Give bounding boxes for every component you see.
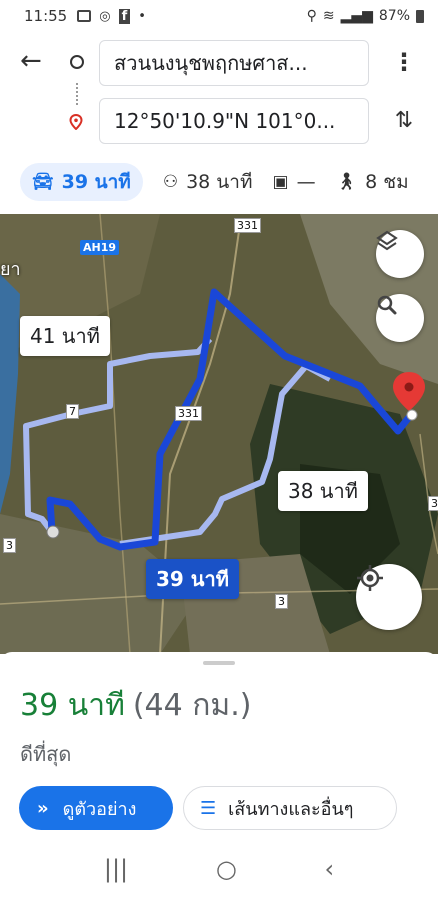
road-label-7: 7 [66, 404, 79, 419]
mode-motorcycle-label: 38 นาที [186, 171, 253, 193]
mode-motorcycle[interactable]: ⚇ 38 นาที [163, 163, 253, 201]
mode-walk[interactable]: 🚶︎ 8 ชม [336, 163, 409, 201]
status-bar: 11:55 ◎ f • ⚲ ≋ ▂▄▆ 87% [0, 0, 438, 32]
road-label-3-right: 3 [428, 496, 438, 511]
route-alt-bubble-41[interactable]: 41 นาที [20, 316, 110, 356]
status-time: 11:55 [24, 7, 68, 25]
back-icon[interactable]: ‹ [325, 855, 335, 883]
route-dots-icon [76, 83, 79, 105]
battery-percent: 87% [378, 8, 410, 24]
map-view[interactable]: 331 AH19 ยา 7 331 3 3 3 41 นาที 38 นาที … [0, 214, 438, 654]
search-icon [377, 295, 397, 315]
preview-button[interactable]: » ดูตัวอย่าง [19, 786, 173, 830]
travel-mode-tabs: 🚘︎ 39 นาที ⚇ 38 นาที ▣ — 🚶︎ 8 ชม [0, 160, 438, 204]
route-primary-bubble-39[interactable]: 39 นาที [146, 559, 239, 599]
mode-transit[interactable]: ▣ — [273, 163, 316, 201]
mode-car[interactable]: 🚘︎ 39 นาที [20, 163, 143, 201]
location-icon: ⚲ [306, 8, 317, 24]
dot-icon: • [138, 8, 146, 24]
motorcycle-icon: ⚇ [162, 172, 179, 192]
wifi-icon: ≋ [322, 8, 335, 24]
road-label-331-top: 331 [234, 218, 261, 233]
sheet-drag-handle[interactable] [203, 661, 235, 665]
signal-icon: ▂▄▆ [340, 8, 373, 24]
search-button[interactable] [376, 294, 424, 342]
list-icon: ☰ [200, 797, 217, 819]
route-note: ดีที่สุด [20, 742, 72, 766]
route-summary-sheet: 39 นาที (44 กม.) ดีที่สุด » ดูตัวอย่าง ☰ … [0, 652, 438, 900]
recents-icon[interactable]: ||| [104, 855, 128, 883]
image-icon [77, 10, 92, 22]
road-label-3-bottom: 3 [275, 594, 288, 609]
my-location-icon [357, 565, 383, 591]
road-label-331-mid: 331 [175, 406, 202, 421]
route-summary: 39 นาที (44 กม.) [20, 682, 251, 729]
route-distance: (44 กม.) [132, 688, 252, 723]
car-icon: 🚘︎ [32, 172, 54, 192]
road-label-3-left: 3 [3, 538, 16, 553]
transit-icon: ▣ [272, 172, 289, 192]
steps-label: เส้นทางและอื่นๆ [228, 798, 354, 820]
walk-icon: 🚶︎ [335, 172, 358, 192]
mode-walk-label: 8 ชม [365, 171, 409, 193]
system-nav-bar: ||| ○ ‹ [0, 838, 438, 900]
directions-header: ← สวนนงนุชพฤกษศาส... 12°50'10.9"N 101°0.… [0, 32, 438, 160]
back-arrow-icon[interactable]: ← [20, 46, 50, 76]
more-options-icon[interactable]: ⋮ [392, 50, 416, 74]
cast-icon: ◎ [99, 8, 111, 24]
home-icon[interactable]: ○ [216, 855, 237, 883]
layers-icon [376, 230, 398, 251]
swap-icon[interactable]: ⇅ [390, 108, 418, 136]
mode-transit-label: — [296, 171, 316, 193]
steps-button[interactable]: ☰ เส้นทางและอื่นๆ [183, 786, 397, 830]
layers-button[interactable] [376, 230, 424, 278]
destination-field[interactable]: 12°50'10.9"N 101°0... [99, 98, 369, 144]
origin-dot-icon [70, 55, 84, 69]
place-label: ยา [0, 259, 21, 280]
my-location-button[interactable] [356, 564, 422, 630]
facebook-icon: f [118, 8, 131, 24]
battery-icon [416, 9, 424, 23]
destination-pin-icon [69, 114, 83, 130]
ah19-label: AH19 [80, 240, 120, 255]
mode-car-label: 39 นาที [61, 171, 131, 193]
preview-label: ดูตัวอย่าง [62, 798, 137, 820]
route-duration: 39 นาที [20, 688, 125, 723]
double-chevron-right-icon: » [37, 797, 49, 819]
route-alt-bubble-38[interactable]: 38 นาที [278, 471, 368, 511]
origin-field[interactable]: สวนนงนุชพฤกษศาส... [99, 40, 369, 86]
